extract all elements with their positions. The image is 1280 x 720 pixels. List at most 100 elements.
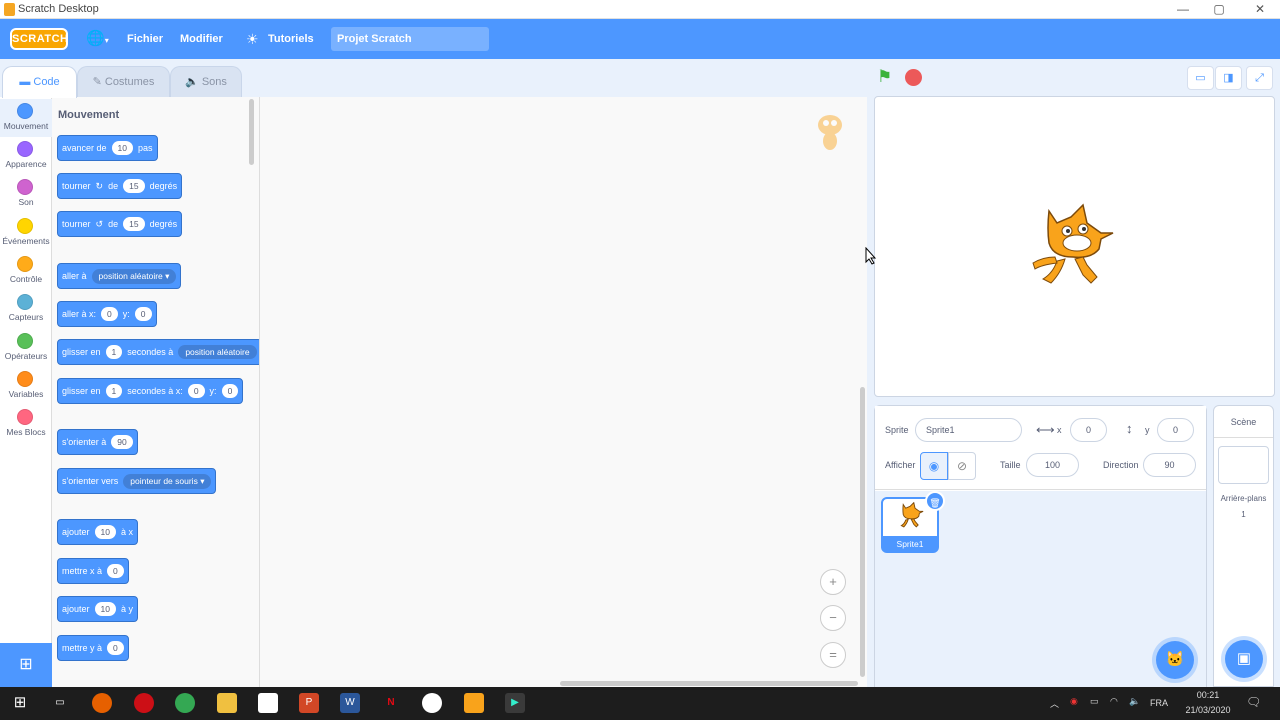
code-workspace[interactable]: + − = [260,97,867,687]
palette-scrollbar[interactable] [249,99,254,165]
show-sprite-button[interactable]: ◉ [920,452,948,480]
sprite-cat-icon[interactable] [1031,203,1117,293]
block-point-towards[interactable]: s'orienter vers pointeur de souris ▾ [57,468,217,494]
tray-arrow-icon[interactable]: ︿ [1050,697,1059,710]
sprite-thumb-cat-icon [900,502,924,528]
stage-selector[interactable]: Scène Arrière-plans 1 ▣ [1213,405,1274,687]
app-taskbar-icon[interactable]: ▶ [505,693,525,713]
block-input[interactable]: 1 [105,384,123,398]
store-icon[interactable] [258,693,278,713]
powerpoint-icon[interactable]: P [299,693,319,713]
y-input[interactable]: 0 [1157,418,1194,442]
direction-input[interactable]: 90 [1143,453,1196,477]
add-extension-button[interactable]: ⊞ [0,643,52,687]
project-name-input[interactable]: Projet Scratch [331,27,489,51]
tutorials-menu[interactable]: Tutoriels [268,19,314,59]
block-turn-left[interactable]: tourner ↺ de 15 degrés [57,211,183,237]
file-menu[interactable]: Fichier [127,19,163,59]
category-looks[interactable]: Apparence [0,137,52,175]
scratch-logo[interactable]: SCRATCH [10,28,68,50]
block-set-y[interactable]: mettre y à 0 [57,635,129,661]
block-input[interactable]: 10 [94,602,116,616]
category-control[interactable]: Contrôle [0,252,52,290]
globe-icon: 🌐 [86,30,105,47]
close-button[interactable]: ✕ [1240,0,1280,19]
block-input[interactable]: 0 [134,307,152,321]
workspace-hscrollbar[interactable] [560,681,858,686]
category-my-blocks[interactable]: Mes Blocs [0,405,52,443]
wifi-icon[interactable]: ◠ [1110,696,1118,707]
size-input[interactable]: 100 [1026,453,1079,477]
language-globe-icon[interactable]: 🌐▾ [86,19,109,59]
block-set-x[interactable]: mettre x à 0 [57,558,129,584]
block-turn-right[interactable]: tourner ↻ de 15 degrés [57,173,183,199]
volume-icon[interactable]: 🔈 [1129,696,1140,707]
block-input[interactable]: 0 [101,307,118,321]
netflix-icon[interactable]: N [381,693,401,713]
stop-button[interactable] [905,69,922,86]
block-input[interactable]: 10 [94,525,116,539]
block-input[interactable]: 10 [111,141,133,155]
add-backdrop-button[interactable]: ▣ [1225,640,1263,678]
chrome-icon[interactable] [175,693,195,713]
tab-costumes[interactable]: ✎ Costumes [77,66,170,97]
maximize-button[interactable]: ▢ [1199,0,1239,19]
zoom-in-button[interactable]: + [820,569,846,595]
task-view-icon[interactable]: ▭ [50,693,70,713]
tab-code[interactable]: ▬ Code [2,66,77,98]
small-stage-button[interactable]: ▭ [1187,66,1214,90]
category-operators[interactable]: Opérateurs [0,329,52,367]
block-input[interactable]: 0 [107,641,124,655]
category-variables[interactable]: Variables [0,367,52,405]
block-glide-to[interactable]: glisser en 1 secondes à position aléatoire [57,339,259,365]
xbox-icon[interactable] [422,693,442,713]
block-input[interactable]: 15 [123,217,145,231]
delete-sprite-button[interactable]: 🗑 [925,491,945,511]
backdrop-thumbnail[interactable] [1218,446,1269,484]
block-change-x[interactable]: ajouter 10 à x [57,519,139,545]
word-icon[interactable]: W [340,693,360,713]
block-goto-xy[interactable]: aller à x: 0 y: 0 [57,301,157,327]
fullscreen-button[interactable]: ⤢ [1246,66,1273,90]
block-input[interactable]: 1 [105,345,123,359]
block-input[interactable]: 0 [187,384,205,398]
block-goto[interactable]: aller à position aléatoire ▾ [57,263,182,289]
edit-menu[interactable]: Modifier [180,19,223,59]
workspace-vscrollbar[interactable] [860,387,865,677]
tray-record-icon[interactable]: ◉ [1070,696,1078,707]
block-move-steps[interactable]: avancer de 10 pas [57,135,158,161]
category-events[interactable]: Événements [0,214,52,252]
block-dropdown[interactable]: pointeur de souris ▾ [123,473,212,489]
windows-start-icon[interactable]: ⊞ [10,693,30,713]
sprite-name-input[interactable]: Sprite1 [915,418,1022,442]
firefox-icon[interactable] [92,693,112,713]
block-input[interactable]: 15 [123,179,145,193]
block-dropdown[interactable]: position aléatoire [178,345,257,359]
zoom-out-button[interactable]: − [820,605,846,631]
x-input[interactable]: 0 [1070,418,1107,442]
notifications-icon[interactable]: 🗨 [1246,695,1261,709]
category-sensing[interactable]: Capteurs [0,290,52,328]
large-stage-button[interactable]: ◨ [1215,66,1242,90]
minimize-button[interactable]: — [1163,0,1203,19]
block-point-direction[interactable]: s'orienter à 90 [57,429,138,455]
block-input[interactable]: 0 [107,564,124,578]
tab-sounds[interactable]: 🔈 Sons [170,66,242,97]
stage[interactable] [874,96,1275,397]
block-dropdown[interactable]: position aléatoire ▾ [91,268,177,284]
category-sound[interactable]: Son [0,175,52,213]
green-flag-button[interactable]: ⚑ [877,67,892,87]
block-glide-xy[interactable]: glisser en 1 secondes à x: 0 y: 0 [57,378,244,404]
scratch-taskbar-icon[interactable] [464,693,484,713]
add-sprite-button[interactable]: 🐱 [1156,641,1194,679]
block-input[interactable]: 0 [221,384,239,398]
battery-icon[interactable]: ▭ [1090,696,1099,707]
block-change-y[interactable]: ajouter 10 à y [57,596,139,622]
language-indicator[interactable]: FRA [1150,698,1168,708]
file-explorer-icon[interactable] [217,693,237,713]
hide-sprite-button[interactable]: ⊘ [948,452,976,480]
opera-icon[interactable] [134,693,154,713]
zoom-reset-button[interactable]: = [820,642,846,668]
block-input[interactable]: 90 [111,435,133,449]
category-motion[interactable]: Mouvement [0,99,52,137]
